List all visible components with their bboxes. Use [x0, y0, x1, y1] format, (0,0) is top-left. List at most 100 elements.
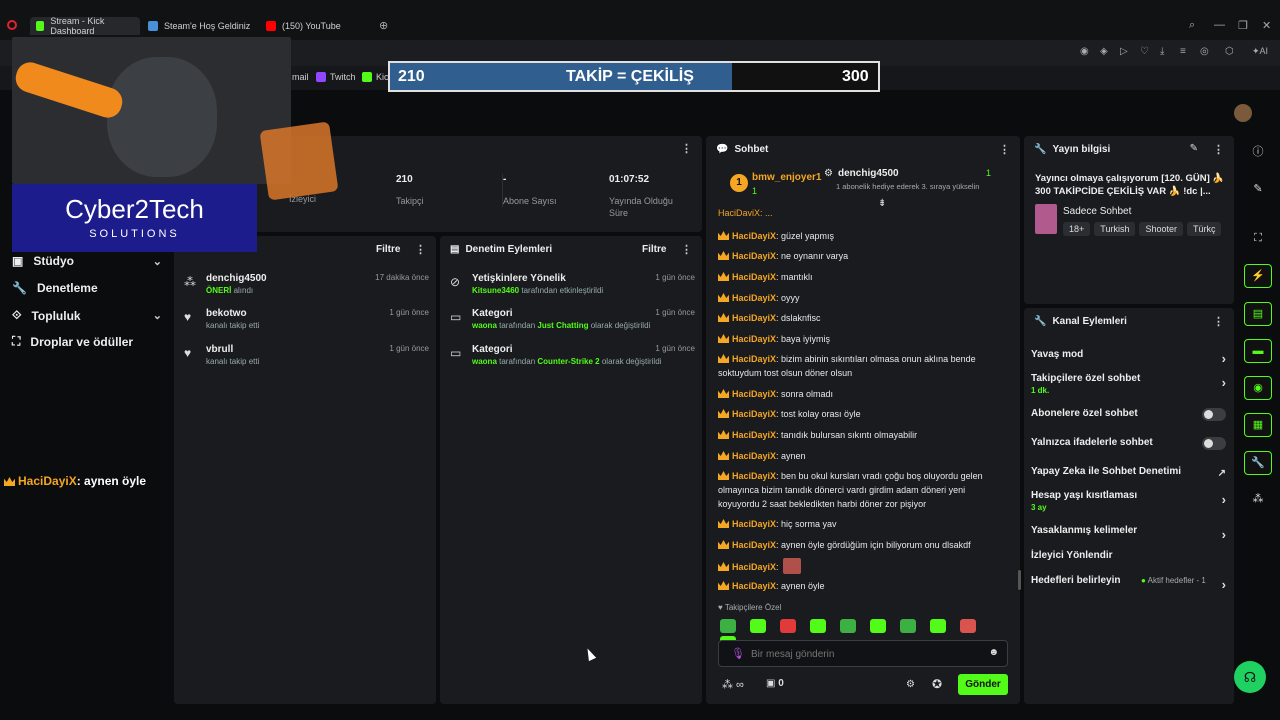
chat-username[interactable]: HaciDayiX [732, 451, 776, 461]
new-tab-icon[interactable]: ⊕ [379, 19, 388, 32]
action-account-age[interactable]: Hesap yaşı kısıtlaması 3 ay › [1031, 490, 1226, 512]
chat-username[interactable]: HaciDayiX [732, 354, 776, 364]
emoji-icon[interactable]: ☻ [988, 647, 999, 658]
wrench-icon[interactable]: 🔧 [1244, 451, 1272, 475]
chat-username[interactable]: HaciDayiX [732, 389, 776, 399]
action-set-goals[interactable]: Hedefleri belirleyin ● Aktif hedefler - 1… [1031, 575, 1226, 592]
chat-username[interactable]: HaciDayiX [732, 540, 776, 550]
settings-gear-icon[interactable]: ⚙ [906, 679, 915, 690]
sidebar-item-moderation[interactable]: 🔧 Denetleme [12, 281, 162, 295]
camera-icon[interactable]: ◉ [1080, 46, 1089, 57]
edit-pencil-icon[interactable]: ✎ [1244, 178, 1272, 202]
tab-kick-dashboard[interactable]: Stream - Kick Dashboard [30, 16, 140, 36]
close-icon[interactable]: ✕ [1262, 19, 1271, 32]
emote-button[interactable] [840, 619, 856, 633]
sub-only-toggle[interactable] [1202, 408, 1226, 421]
stream-category[interactable]: Sadece Sohbet [1063, 206, 1131, 217]
more-icon[interactable]: ⋮ [1213, 315, 1224, 328]
opera-icon[interactable] [7, 20, 17, 30]
support-headset-icon[interactable]: ☊ [1234, 661, 1266, 693]
sidebar-item-drops[interactable]: ⛶ Droplar ve ödüller [12, 334, 162, 349]
tab-steam[interactable]: Steam'e Hoş Geldiniz [142, 17, 257, 35]
storage-icon[interactable]: ▦ [1244, 413, 1272, 437]
tag[interactable]: Turkish [1094, 222, 1136, 236]
broadcast-icon[interactable]: ◉ [1244, 376, 1272, 400]
emote-button[interactable] [720, 619, 736, 633]
activity-name[interactable]: vbrull [206, 344, 233, 355]
chat-input-box[interactable]: 🎙 ☻ [718, 640, 1008, 667]
community-icon[interactable]: ⁂ [1244, 488, 1272, 512]
emote-button[interactable] [870, 619, 886, 633]
emote-button[interactable] [750, 619, 766, 633]
emote-button[interactable] [960, 619, 976, 633]
shield-icon[interactable]: ◈ [1100, 46, 1108, 57]
more-icon[interactable]: ⋮ [999, 143, 1010, 156]
send-button[interactable]: Gönder [958, 674, 1008, 695]
chat-scrollbar[interactable] [1018, 570, 1021, 590]
tag[interactable]: 18+ [1063, 222, 1091, 236]
minimize-icon[interactable]: — [1214, 19, 1225, 31]
sidebar-item-community[interactable]: ⟐ Topluluk ⌄ [12, 308, 162, 323]
chat-username[interactable]: HaciDayiX [732, 471, 776, 481]
avatar[interactable] [1234, 104, 1252, 122]
sidebar-item-studio[interactable]: ▣ Stüdyo ⌄ [12, 254, 162, 268]
fullscreen-icon[interactable]: ⛶ [1244, 227, 1272, 251]
action-ai-moderation[interactable]: Yapay Zeka ile Sohbet Denetimi ↗ [1031, 466, 1226, 479]
bookmark-twitch[interactable]: Twitch [316, 72, 356, 82]
channel-points[interactable]: ▣ 0 [766, 678, 784, 689]
tab-youtube[interactable]: (150) YouTube [260, 17, 370, 35]
ai-button[interactable]: ✦AI [1252, 46, 1268, 57]
action-slow-mode[interactable]: Yavaş mod › [1031, 349, 1226, 366]
more-icon[interactable]: ⋮ [415, 243, 426, 256]
chat-bubble-icon[interactable]: ▬ [1244, 339, 1272, 363]
action-follower-only[interactable]: Takipçilere özel sohbet 1 dk. › [1031, 373, 1226, 395]
maximize-icon[interactable]: ❐ [1238, 19, 1248, 32]
edit-pencil-icon[interactable]: ✎ [1190, 143, 1198, 154]
chat-username[interactable]: HaciDayiX [732, 334, 776, 344]
moderation-user[interactable]: Kitsune3460 [472, 286, 519, 295]
extensions-icon[interactable]: ⬡ [1225, 46, 1234, 57]
emote-only-toggle[interactable] [1202, 437, 1226, 450]
chat-username[interactable]: HaciDayiX [732, 430, 776, 440]
chat-username[interactable]: HaciDayiX [732, 562, 776, 572]
chat-username[interactable]: HaciDayiX [732, 519, 776, 529]
moderation-filter-button[interactable]: Filtre [642, 244, 666, 255]
chat-input[interactable] [751, 646, 981, 662]
emote-button[interactable] [780, 619, 796, 633]
bot-icon[interactable]: ✪ [932, 677, 942, 691]
search-icon[interactable]: ⌕ [1189, 19, 1195, 32]
more-icon[interactable]: ⋮ [1213, 143, 1224, 156]
emote-button[interactable] [930, 619, 946, 633]
chat-username[interactable]: HaciDayiX [732, 409, 776, 419]
profile-icon[interactable]: ◎ [1200, 46, 1209, 57]
menu-icon[interactable]: ≡ [1180, 46, 1186, 57]
moderation-user[interactable]: waona [472, 321, 497, 330]
emote-button[interactable] [810, 619, 826, 633]
chat-username[interactable]: HaciDayiX [732, 272, 776, 282]
download-icon[interactable]: ⤓ [1160, 46, 1164, 57]
more-icon[interactable]: ⋮ [681, 142, 692, 155]
microphone-icon[interactable]: 🎙 [731, 647, 745, 660]
chat-username[interactable]: HaciDayiX [732, 231, 776, 241]
emote-button[interactable] [900, 619, 916, 633]
more-icon[interactable]: ⋮ [681, 243, 692, 256]
heart-icon[interactable]: ♡ [1140, 46, 1149, 57]
document-icon[interactable]: ▤ [1244, 302, 1272, 326]
activity-name[interactable]: bekotwo [206, 308, 247, 319]
pinned-user[interactable]: bmw_enjoyer1 [752, 172, 821, 183]
tag[interactable]: Shooter [1139, 222, 1183, 236]
chat-username[interactable]: HaciDayiX [732, 251, 776, 261]
bookmark-mail[interactable]: mail [292, 72, 309, 82]
tag[interactable]: Türkç [1186, 222, 1222, 236]
quick-action-lightning-icon[interactable]: ⚡ [1244, 264, 1272, 288]
community-icon[interactable]: ⁂ ∞ [722, 678, 744, 691]
activity-name[interactable]: denchig4500 [206, 273, 267, 284]
info-icon[interactable]: ⓘ [1244, 141, 1272, 165]
action-banned-words[interactable]: Yasaklanmış kelimeler › [1031, 525, 1226, 542]
chat-username[interactable]: HaciDayiX [732, 293, 776, 303]
play-icon[interactable]: ▷ [1120, 46, 1128, 57]
chat-username[interactable]: HaciDayiX [732, 313, 776, 323]
moderation-user[interactable]: waona [472, 357, 497, 366]
chat-username[interactable]: HaciDayiX [732, 581, 776, 591]
action-redirect-viewers[interactable]: İzleyici Yönlendir [1031, 550, 1226, 561]
